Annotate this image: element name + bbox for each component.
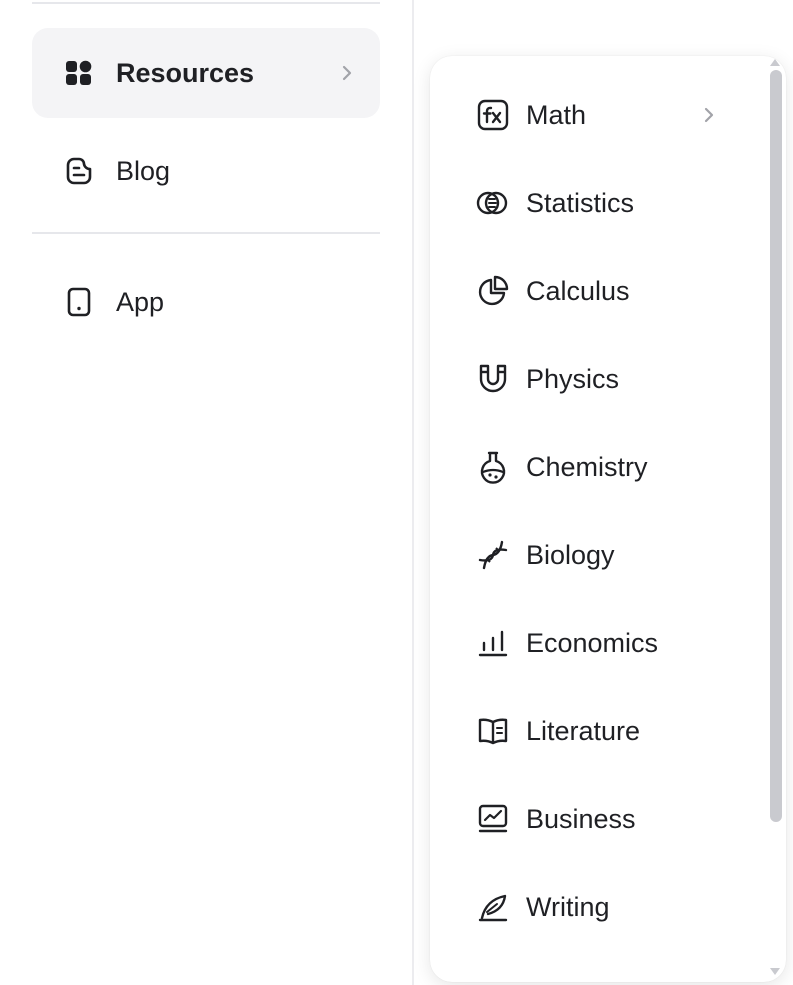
- nav-item-app[interactable]: App: [32, 257, 380, 347]
- tablet-icon: [64, 287, 94, 317]
- submenu-item-business[interactable]: Business: [430, 776, 770, 864]
- submenu-item-literature[interactable]: Literature: [430, 688, 770, 776]
- submenu-item-label: Physics: [526, 364, 620, 394]
- submenu-item-economics[interactable]: Economics: [430, 600, 770, 688]
- submenu-item-math[interactable]: Math: [430, 72, 770, 160]
- blog-icon: [64, 156, 94, 186]
- submenu-item-physics[interactable]: Physics: [430, 336, 770, 424]
- nav-item-label: Resources: [116, 58, 255, 88]
- apps-grid-icon: [64, 58, 94, 88]
- submenu-item-chemistry[interactable]: Chemistry: [430, 424, 770, 512]
- submenu-item-biology[interactable]: Biology: [430, 512, 770, 600]
- main-nav-panel: Resources Blog App: [0, 0, 412, 985]
- scrollbar-track[interactable]: [770, 70, 782, 822]
- pie-chart-icon: [476, 274, 510, 308]
- submenu-item-label: Literature: [526, 716, 641, 746]
- nav-item-resources[interactable]: Resources: [32, 28, 380, 118]
- scroll-down-arrow-icon[interactable]: [769, 964, 781, 975]
- nav-item-label: Blog: [116, 156, 171, 186]
- nav-item-blog[interactable]: Blog: [32, 126, 380, 216]
- divider: [32, 232, 380, 234]
- book-icon: [476, 714, 510, 748]
- dna-icon: [476, 538, 510, 572]
- submenu-item-label: Writing: [526, 892, 610, 922]
- submenu-item-label: Economics: [526, 628, 659, 658]
- panel-divider: [412, 0, 414, 985]
- divider: [32, 2, 380, 4]
- submenu-item-writing[interactable]: Writing: [430, 864, 770, 952]
- magnet-icon: [476, 362, 510, 396]
- function-icon: [476, 98, 510, 132]
- nav-item-label: App: [116, 287, 165, 317]
- flask-icon: [476, 450, 510, 484]
- submenu-item-label: Math: [526, 100, 587, 130]
- chevron-right-icon: [338, 64, 356, 82]
- coins-icon: [476, 186, 510, 220]
- bar-chart-icon: [476, 626, 510, 660]
- submenu-item-statistics[interactable]: Statistics: [430, 160, 770, 248]
- submenu-item-label: Biology: [526, 540, 615, 570]
- chevron-right-icon: [700, 106, 718, 124]
- presentation-chart-icon: [476, 802, 510, 836]
- resources-submenu: Math Statistics Calculus Physics Chemist…: [430, 56, 786, 982]
- app-root: Resources Blog App Math Statistics Calcu…: [0, 0, 793, 985]
- submenu-item-label: Chemistry: [526, 452, 648, 482]
- scroll-up-arrow-icon[interactable]: [769, 54, 781, 66]
- submenu-item-label: Business: [526, 804, 636, 834]
- submenu-item-label: Calculus: [526, 276, 630, 306]
- scrollbar-thumb[interactable]: [770, 70, 782, 822]
- submenu-item-calculus[interactable]: Calculus: [430, 248, 770, 336]
- submenu-item-label: Statistics: [526, 188, 635, 218]
- feather-icon: [476, 890, 510, 924]
